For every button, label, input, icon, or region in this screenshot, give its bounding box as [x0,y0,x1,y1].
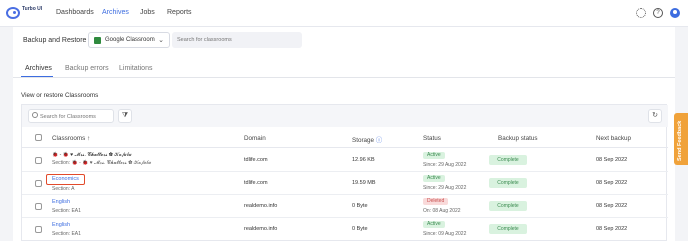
backup-status-badge: Complete [489,155,527,165]
row-checkbox[interactable] [35,226,42,233]
gear-icon[interactable] [636,8,646,18]
classroom-search-top[interactable] [172,32,302,48]
refresh-icon[interactable]: ↻ [648,109,662,123]
source-select[interactable]: Google Classroom ⌄ [88,32,170,48]
status-date: Since: 09 Aug 2022 [423,231,467,237]
table-header: Classrooms ↑ Domain Storage ⓘ Status Bac… [22,127,668,148]
row-checkbox[interactable] [35,157,42,164]
classroom-name[interactable]: 🐞 - 🐞 ♥ 𝓜𝓻𝓼. 𝓒𝓱𝓪𝓽𝓽𝓮𝓻𝓼 ✿ 𝒦𝒶𝒻𝓊𝒷𝓊 [52,152,132,158]
backup-status-badge: Complete [489,178,527,188]
google-classroom-icon [94,37,101,44]
send-feedback-label: Send Feedback [677,120,683,161]
classroom-section: Section: A [52,186,75,192]
table-row[interactable]: English Section: EA1 realdemo.info 0 Byt… [22,195,668,218]
send-feedback-button[interactable]: Send Feedback [674,113,688,165]
row-checkbox[interactable] [35,203,42,210]
table-toolbar: ⧩ ↻ [22,105,668,127]
classroom-name[interactable]: English [52,199,70,205]
storage: 0 Byte [352,226,368,232]
logo-text: Turbo UI [22,6,43,12]
info-icon[interactable]: ⓘ [376,137,382,144]
tab-archives[interactable]: Archives [25,65,52,72]
classroom-name[interactable]: Economics [52,176,79,182]
status-badge: Deleted [423,198,449,205]
row-checkbox[interactable] [35,180,42,187]
classroom-section: Section: EA1 [52,231,81,237]
chevron-down-icon: ⌄ [158,37,164,44]
storage: 12.96 KB [352,157,375,163]
backup-status-badge: Complete [489,201,527,211]
section-title: View or restore Classrooms [21,92,99,99]
classroom-section: Section: EA1 [52,208,81,214]
filter-icon[interactable]: ⧩ [118,109,132,123]
status-badge: Active [423,221,445,228]
col-status: Status [423,135,441,142]
domain: tdlife.com [244,180,268,186]
top-navbar: Turbo UI Dashboards Archives Jobs Report… [0,0,688,27]
table-row[interactable]: Economics Section: A tdlife.com 19.59 MB… [22,172,668,195]
app-logo[interactable]: Turbo UI [6,5,46,21]
table-search[interactable] [28,109,114,123]
select-all-checkbox[interactable] [35,134,42,141]
next-backup: 08 Sep 2022 [596,226,628,232]
domain: realdemo.info [244,226,278,232]
classroom-name[interactable]: English [52,222,70,228]
nav-archives[interactable]: Archives [102,9,129,16]
next-backup: 08 Sep 2022 [596,180,628,186]
backup-status-badge: Complete [489,224,527,234]
nav-jobs[interactable]: Jobs [140,9,155,16]
status-date: Since: 29 Aug 2022 [423,162,467,168]
logo-icon [6,7,20,19]
help-icon[interactable]: ? [653,8,663,18]
status-date: Since: 29 Aug 2022 [423,185,467,191]
nav-reports[interactable]: Reports [167,9,192,16]
next-backup: 08 Sep 2022 [596,203,628,209]
next-backup: 08 Sep 2022 [596,157,628,163]
classroom-section: Section: 🐞 - 🐞 ♥ 𝓜𝓻𝓼. 𝓒𝓱𝓪𝓽𝓽𝓮𝓻𝓼 ✿ 𝒦𝒶𝒻𝓊𝒷𝓊 [52,160,152,166]
user-avatar-icon[interactable] [670,8,680,18]
tab-limitations[interactable]: Limitations [119,65,152,72]
tab-backup-errors[interactable]: Backup errors [65,65,109,72]
table-row[interactable]: 🐞 - 🐞 ♥ 𝓜𝓻𝓼. 𝓒𝓱𝓪𝓽𝓽𝓮𝓻𝓼 ✿ 𝒦𝒶𝒻𝓊𝒷𝓊 Section: … [22,149,668,172]
source-select-value: Google Classroom [105,37,155,43]
classrooms-table: ⧩ ↻ Classrooms ↑ Domain Storage ⓘ Status… [21,104,668,241]
status-badge: Active [423,152,445,159]
col-domain: Domain [244,135,266,142]
storage: 19.59 MB [352,180,376,186]
status-badge: Active [423,175,445,182]
table-search-input[interactable] [40,112,110,121]
search-icon [32,112,38,118]
col-classrooms[interactable]: Classrooms ↑ [52,135,90,142]
domain: realdemo.info [244,203,278,209]
sort-up-icon: ↑ [87,135,91,142]
storage: 0 Byte [352,203,368,209]
nav-dashboards[interactable]: Dashboards [56,9,94,16]
status-date: On: 08 Aug 2022 [423,208,461,214]
search-input[interactable] [172,32,302,48]
table-row[interactable]: English Section: EA1 realdemo.info 0 Byt… [22,218,668,241]
main-panel: Backup and Restore Google Classroom ⌄ Ar… [13,27,675,241]
tabs-divider [13,77,675,78]
col-backup-status: Backup status [498,135,538,142]
page-title: Backup and Restore [23,37,87,44]
col-storage: Storage ⓘ [352,137,383,144]
domain: tdlife.com [244,157,268,163]
col-next-backup: Next backup [596,135,632,142]
